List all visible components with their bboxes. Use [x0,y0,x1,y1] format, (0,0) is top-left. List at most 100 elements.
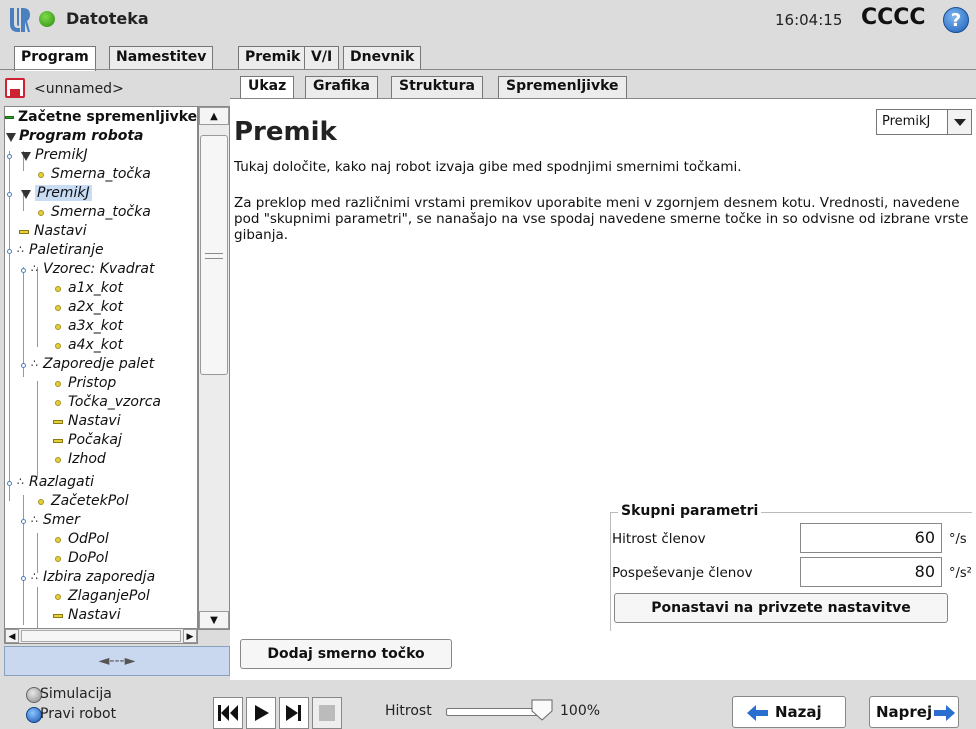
tree-item[interactable]: ∴ Zaporedje palet [5,356,197,375]
tree-horizontal-scrollbar[interactable]: ◀ ▶ [4,628,198,644]
tree-item[interactable]: ∴ Smer [5,512,197,531]
horizontal-scroll-thumb[interactable] [21,630,181,642]
add-waypoint-button[interactable]: Dodaj smerno točko [240,639,452,669]
tree-item[interactable]: ZlaganjePol [5,588,197,607]
triangle-icon [21,190,31,199]
tree-item[interactable]: Točka_vzorca [5,394,197,413]
rewind-icon [218,705,238,721]
tree-item[interactable]: a4x_kot [5,337,197,356]
play-button[interactable] [246,697,276,729]
file-status-icon [39,11,55,27]
waypoint-icon [55,343,61,349]
command-panel: Premik PremikJ Tukaj določite, kako naj … [230,98,976,680]
tree-item[interactable]: PremikJ [5,185,197,204]
simulation-label: Simulacija [40,686,112,702]
scroll-right-icon[interactable]: ▶ [183,629,197,643]
waypoint-icon [55,381,61,387]
tab-variables[interactable]: Spremenljivke [498,76,627,98]
back-button[interactable]: Nazaj [732,696,846,728]
arrow-right-icon [934,705,955,721]
program-name: <unnamed> [34,81,124,97]
tree-item[interactable]: OdPol [5,531,197,550]
tree-item[interactable]: ∴ Vzorec: Kvadrat [5,261,197,280]
tree-item[interactable]: DoPol [5,550,197,569]
scroll-up-icon[interactable]: ▲ [199,107,229,125]
tab-move[interactable]: Premik [238,46,308,70]
tree-item[interactable]: Počakaj [5,432,197,451]
tree-node-pin [7,154,12,159]
tree-node-pin [21,363,26,368]
next-button[interactable]: Naprej [869,696,959,728]
stop-icon [319,705,335,721]
move-type-dropdown[interactable]: PremikJ [876,109,972,135]
move-type-value: PremikJ [882,114,931,129]
tree-item[interactable]: a1x_kot [5,280,197,299]
tree-item[interactable]: Nastavi [5,607,197,626]
tree-item[interactable]: ∴ Razlagati [5,474,197,493]
waypoint-icon [55,324,61,330]
waypoint-icon [38,499,44,505]
waypoint-icon [55,400,61,406]
waypoint-icon [38,172,44,178]
description-text: Tukaj določite, kako naj robot izvaja gi… [234,159,742,175]
tree-item[interactable]: ZačetekPol [5,493,197,512]
tree-node-pin [7,249,12,254]
speed-label: Hitrost [385,703,432,719]
tree-item[interactable]: PremikJ [5,147,197,166]
save-icon[interactable] [5,78,25,98]
tree-item[interactable]: Izhod [5,451,197,470]
group-title: Skupni parametri [618,503,762,519]
set-icon [53,420,63,424]
tab-program[interactable]: Program [14,46,96,71]
panel-resize-arrow-icon[interactable]: ◄---► [4,646,230,676]
step-button[interactable] [279,697,309,729]
joint-acceleration-field[interactable]: 80 [800,557,942,587]
pallet-icon: ∴ [31,513,38,526]
file-menu[interactable]: Datoteka [66,9,149,28]
tree-item[interactable]: ∴ Paletiranje [5,242,197,261]
stop-button[interactable] [312,697,342,729]
joint-acceleration-unit: °/s² [949,566,972,581]
tree-item[interactable]: Smerna_točka [5,166,197,185]
tab-log[interactable]: Dnevnik [343,46,422,70]
pallet-icon: ∴ [31,357,38,370]
waypoint-icon [55,556,61,562]
play-icon [255,705,269,721]
tree-node-pin [21,519,26,524]
tree-item[interactable]: Pristop [5,375,197,394]
help-icon[interactable]: ? [943,7,969,33]
scroll-thumb[interactable] [200,135,228,375]
tab-io[interactable]: V/I [304,46,340,70]
arrow-left-icon [747,705,768,721]
pallet-icon: ∴ [17,243,24,256]
tab-structure[interactable]: Struktura [391,76,483,98]
robot-name: CCCC [861,5,926,30]
rewind-button[interactable] [213,697,243,729]
scroll-down-icon[interactable]: ▼ [199,611,229,629]
triangle-icon [21,152,31,161]
speed-slider[interactable] [446,708,542,716]
waypoint-icon [55,457,61,463]
waypoint-icon [55,537,61,543]
tree-item[interactable]: Program robota [5,128,197,147]
tree-item[interactable]: ∴ Izbira zaporedja [5,569,197,588]
tree-item[interactable]: a3x_kot [5,318,197,337]
scroll-left-icon[interactable]: ◀ [5,629,19,643]
tree-item[interactable]: Nastavi [5,413,197,432]
speed-slider-thumb[interactable] [530,699,554,721]
tab-installation[interactable]: Namestitev [109,46,214,70]
tree-item[interactable]: Nastavi [5,223,197,242]
triangle-icon [6,133,16,142]
joint-speed-field[interactable]: 60 [800,523,942,553]
reset-defaults-button[interactable]: Ponastavi na privzete nastavitve [614,593,948,623]
pallet-icon: ∴ [17,475,24,488]
tree-item[interactable]: a2x_kot [5,299,197,318]
chevron-down-icon [947,110,971,134]
tab-command[interactable]: Ukaz [240,76,295,99]
tab-graphics[interactable]: Grafika [305,76,378,98]
joint-speed-unit: °/s [949,532,967,547]
tree-vertical-scrollbar[interactable]: ▲ ▼ [198,106,230,630]
tree-node-pin [21,576,26,581]
tree-item[interactable]: Smerna_točka [5,204,197,223]
tree-item[interactable]: Začetne spremenljivke [5,109,197,128]
